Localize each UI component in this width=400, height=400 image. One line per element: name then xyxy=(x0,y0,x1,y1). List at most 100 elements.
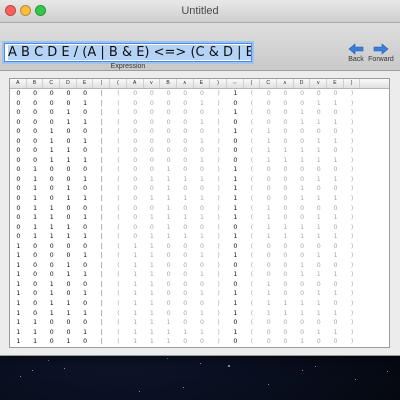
table-row[interactable]: 1 1 0 1 0 | (1 1 1 0 0) 0 (0 0 1 0 0) xyxy=(10,337,389,347)
table-row[interactable]: 0 0 0 1 1 | (0 0 0 0 1) 0 (0 0 1 1 1) xyxy=(10,118,389,128)
table-row[interactable]: 0 0 0 0 1 | (0 0 0 0 1) 0 (0 0 0 1 1) xyxy=(10,99,389,109)
table-row[interactable]: 1 0 0 0 1 | (1 1 0 0 1) 1 (0 0 0 1 1) xyxy=(10,251,389,261)
table-row[interactable]: 1 0 1 0 1 | (1 1 0 0 1) 1 (1 0 0 1 1) xyxy=(10,289,389,299)
column-header[interactable]: D xyxy=(60,79,77,88)
table-row[interactable]: 0 1 0 1 1 | (0 1 1 1 1) 1 (0 0 1 1 1) xyxy=(10,194,389,204)
column-header[interactable]: ∧ xyxy=(177,79,194,88)
column-header[interactable]: A xyxy=(10,79,27,88)
table-cell: 0 xyxy=(283,109,288,117)
table-cell: ( xyxy=(250,156,254,164)
column-header[interactable]: A xyxy=(127,79,144,88)
table-cell: 1 xyxy=(300,109,304,117)
table-cell: 0 xyxy=(183,319,188,327)
table-cell: ) xyxy=(350,185,354,193)
table-cell: ) xyxy=(217,147,220,155)
table-row[interactable]: 0 1 0 0 0 | (0 0 1 0 0) 1 (0 0 0 0 0) xyxy=(10,165,389,175)
column-header[interactable]: ) xyxy=(344,79,361,88)
column-header[interactable]: ( xyxy=(110,79,127,88)
forward-arrow-icon xyxy=(373,43,389,55)
table-cell: 1 xyxy=(233,214,238,222)
table-row[interactable]: 1 0 1 1 0 | (1 1 0 0 0) 1 (1 1 1 1 0) xyxy=(10,299,389,309)
table-cell: 1 xyxy=(66,271,71,279)
table-cell: | xyxy=(100,156,103,164)
table-row[interactable]: 0 1 1 1 1 | (0 1 1 1 1) 1 (1 1 1 1 1) xyxy=(10,232,389,242)
column-header[interactable]: ( xyxy=(244,79,261,88)
table-cell: 0 xyxy=(149,137,154,145)
table-cell: 1 xyxy=(233,300,238,308)
table-row[interactable]: 1 1 0 0 0 | (1 1 1 0 0) 0 (0 0 0 0 0) xyxy=(10,318,389,328)
column-header[interactable]: v xyxy=(144,79,161,88)
table-row[interactable]: 0 0 0 1 0 | (0 0 0 0 0) 1 (0 0 1 0 0) xyxy=(10,108,389,118)
table-cell: 0 xyxy=(133,166,138,174)
column-header[interactable]: E xyxy=(194,79,211,88)
table-row[interactable]: 1 0 0 1 0 | (1 1 0 0 0) 0 (0 0 1 0 0) xyxy=(10,261,389,271)
table-cell: 1 xyxy=(149,252,154,260)
table-cell: 0 xyxy=(166,109,171,117)
table-cell: 0 xyxy=(83,109,88,117)
column-header[interactable]: E xyxy=(327,79,344,88)
table-cell: 0 xyxy=(83,204,88,212)
table-row[interactable]: 0 0 1 1 1 | (0 0 0 0 1) 0 (1 1 1 1 1) xyxy=(10,156,389,166)
table-cell: ( xyxy=(250,223,254,231)
column-header[interactable]: ∧ xyxy=(277,79,294,88)
table-cell: 1 xyxy=(66,156,71,164)
minimize-button[interactable] xyxy=(20,5,31,16)
column-header[interactable]: C xyxy=(260,79,277,88)
table-row[interactable]: 0 0 0 0 0 | (0 0 0 0 0) 1 (0 0 0 0 0) xyxy=(10,89,389,99)
table-row[interactable]: 0 1 0 0 1 | (0 1 1 1 1) 1 (0 0 0 1 1) xyxy=(10,175,389,185)
table-row[interactable]: 0 0 1 0 0 | (0 0 0 0 0) 1 (1 0 0 0 0) xyxy=(10,127,389,137)
column-header[interactable]: E xyxy=(77,79,94,88)
table-cell: 0 xyxy=(133,195,138,203)
zoom-button[interactable] xyxy=(35,5,46,16)
table-row[interactable]: 1 1 0 0 1 | (1 1 1 1 1) 1 (0 0 0 1 1) xyxy=(10,328,389,338)
table-cell: 1 xyxy=(266,147,271,155)
table-cell: 0 xyxy=(49,90,54,97)
table-cell: 1 xyxy=(333,118,338,126)
table-cell: ) xyxy=(350,252,354,260)
column-header[interactable]: | xyxy=(93,79,111,88)
table-row[interactable]: 0 1 1 0 1 | (0 1 1 1 1) 1 (1 0 0 1 1) xyxy=(10,213,389,223)
table-row[interactable]: 1 0 0 1 1 | (1 1 0 0 1) 1 (0 0 1 1 1) xyxy=(10,270,389,280)
expression-input[interactable]: A B C D E / (A | B & E) <=> (C & D | E) xyxy=(4,43,252,62)
table-row[interactable]: 0 1 0 1 0 | (0 0 1 0 0) 1 (0 0 1 0 0) xyxy=(10,184,389,194)
column-header[interactable]: C xyxy=(43,79,61,88)
table-cell: | xyxy=(100,300,103,308)
table-cell: 1 xyxy=(316,328,321,336)
table-cell: ) xyxy=(217,271,220,279)
table-row[interactable]: 1 0 1 0 0 | (1 1 0 0 0) 0 (1 0 0 0 0) xyxy=(10,280,389,290)
table-cell: 0 xyxy=(166,271,171,279)
table-row[interactable]: 1 0 1 1 1 | (1 1 0 0 1) 1 (1 1 1 1 1) xyxy=(10,309,389,319)
table-cell: 1 xyxy=(233,328,238,336)
column-header[interactable]: B xyxy=(27,79,44,88)
table-cell: 1 xyxy=(166,195,171,203)
table-cell: 1 xyxy=(33,204,37,212)
table-cell: ( xyxy=(250,99,254,107)
column-header[interactable]: B xyxy=(160,79,177,88)
table-row[interactable]: 1 0 0 0 0 | (1 1 0 0 0) 0 (0 0 0 0 0) xyxy=(10,242,389,252)
truth-table[interactable]: A B C D E |(Av B ∧ E) ⇔(C ∧ Dv E) 0 0 0 0 0 |(0 0 0 0 0) 1(0 0 0… xyxy=(9,78,390,348)
table-row[interactable]: 0 1 1 0 0 | (0 0 1 0 0) 1 (1 0 0 0 0) xyxy=(10,204,389,214)
table-cell: 1 xyxy=(83,328,88,336)
table-cell: 0 xyxy=(166,261,171,269)
column-header[interactable]: v xyxy=(310,79,328,88)
table-cell: 0 xyxy=(199,261,204,269)
forward-button[interactable]: Forward xyxy=(366,43,396,63)
column-header[interactable]: ) xyxy=(210,79,227,88)
table-row[interactable]: 0 1 1 1 0 | (0 0 1 0 0) 0 (1 1 1 1 0) xyxy=(10,223,389,233)
close-button[interactable] xyxy=(5,5,16,16)
table-cell: 0 xyxy=(283,328,288,336)
table-cell: 0 xyxy=(133,118,138,126)
table-cell: 0 xyxy=(316,185,321,193)
table-row[interactable]: 0 0 1 1 0 | (0 0 0 0 0) 0 (1 1 1 1 0) xyxy=(10,146,389,156)
table-cell: 1 xyxy=(66,338,71,346)
title-bar[interactable]: Untitled xyxy=(0,0,400,23)
table-cell: 1 xyxy=(316,233,321,241)
table-cell: 0 xyxy=(316,166,321,174)
table-cell: 0 xyxy=(183,261,188,269)
table-row[interactable]: 0 0 1 0 1 | (0 0 0 0 1) 0 (1 0 0 1 1) xyxy=(10,137,389,147)
column-header[interactable]: ⇔ xyxy=(227,79,244,88)
star xyxy=(301,369,303,371)
table-cell: 0 xyxy=(183,204,188,212)
column-header[interactable]: D xyxy=(294,79,311,88)
table-cell: 0 xyxy=(33,271,37,279)
